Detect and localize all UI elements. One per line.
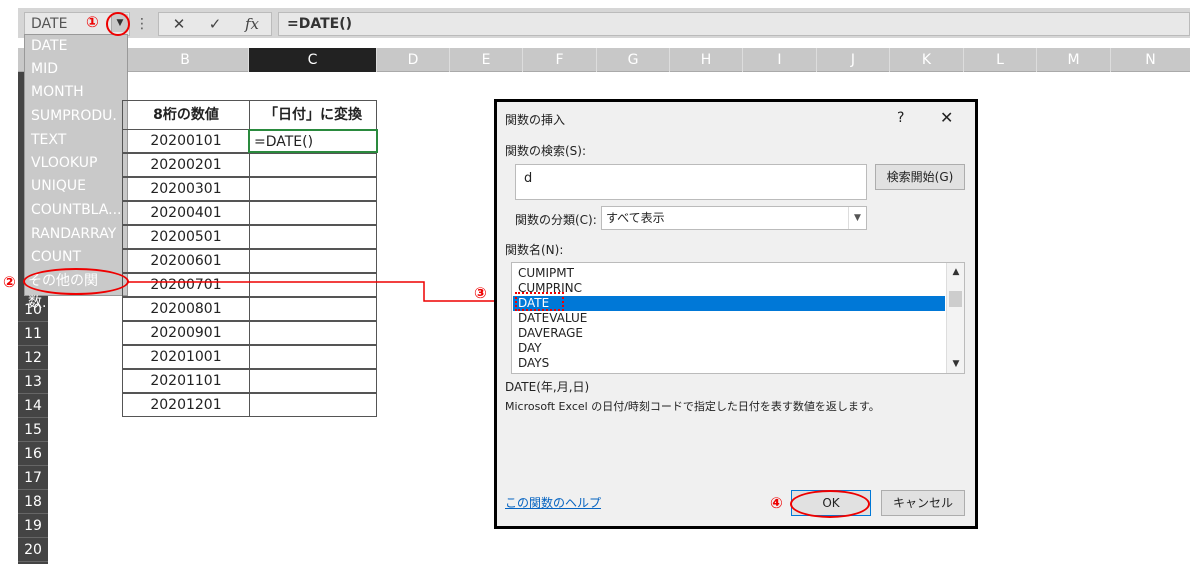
annotation-ellipse-icon	[790, 490, 870, 518]
list-item[interactable]: CUMIPMT	[518, 266, 574, 281]
function-search-input[interactable]: d	[515, 164, 867, 200]
list-item[interactable]: DAYS	[518, 356, 549, 371]
insert-function-dialog: 関数の挿入 ? ✕ 関数の検索(S): d 検索開始(G) 関数の分類(C): …	[494, 99, 978, 529]
chevron-down-icon[interactable]: ▼	[848, 207, 866, 229]
function-help-link[interactable]: この関数のヘルプ	[505, 494, 601, 511]
category-label: 関数の分類(C):	[515, 213, 597, 227]
list-item[interactable]: DAVERAGE	[518, 326, 583, 341]
selected-list-item[interactable]	[513, 296, 945, 311]
list-item[interactable]: DAY	[518, 341, 542, 356]
function-list-label: 関数名(N):	[505, 243, 564, 257]
category-value: すべて表示	[606, 211, 665, 225]
function-list[interactable]: CUMIPMT CUMPRINC DATE DATEVALUE DAVERAGE…	[511, 262, 965, 374]
annotation-4: ④	[770, 494, 783, 512]
chevron-up-icon[interactable]: ▲	[947, 265, 964, 279]
chevron-down-icon[interactable]: ▼	[947, 357, 964, 371]
help-icon[interactable]: ?	[897, 110, 904, 126]
dialog-title: 関数の挿入	[505, 113, 566, 127]
function-description: Microsoft Excel の日付/時刻コードで指定した日付を表す数値を返し…	[505, 400, 880, 413]
function-syntax: DATE(年,月,日)	[505, 380, 590, 394]
annotation-2: ②	[3, 273, 16, 291]
search-label: 関数の検索(S):	[505, 144, 587, 158]
annotation-circle-icon	[106, 12, 130, 36]
category-select[interactable]: すべて表示 ▼	[601, 206, 867, 230]
annotation-1: ①	[86, 13, 99, 31]
scrollbar-thumb[interactable]	[949, 291, 962, 307]
search-start-button[interactable]: 検索開始(G)	[875, 164, 965, 190]
close-icon[interactable]: ✕	[940, 108, 953, 127]
annotation-ellipse-icon	[23, 268, 129, 295]
annotation-3: ③	[474, 284, 487, 302]
annotation-dotted-box-icon	[515, 292, 564, 311]
list-item[interactable]: DATEVALUE	[518, 311, 587, 326]
cancel-button[interactable]: キャンセル	[881, 490, 965, 516]
scrollbar[interactable]: ▲ ▼	[946, 263, 964, 373]
